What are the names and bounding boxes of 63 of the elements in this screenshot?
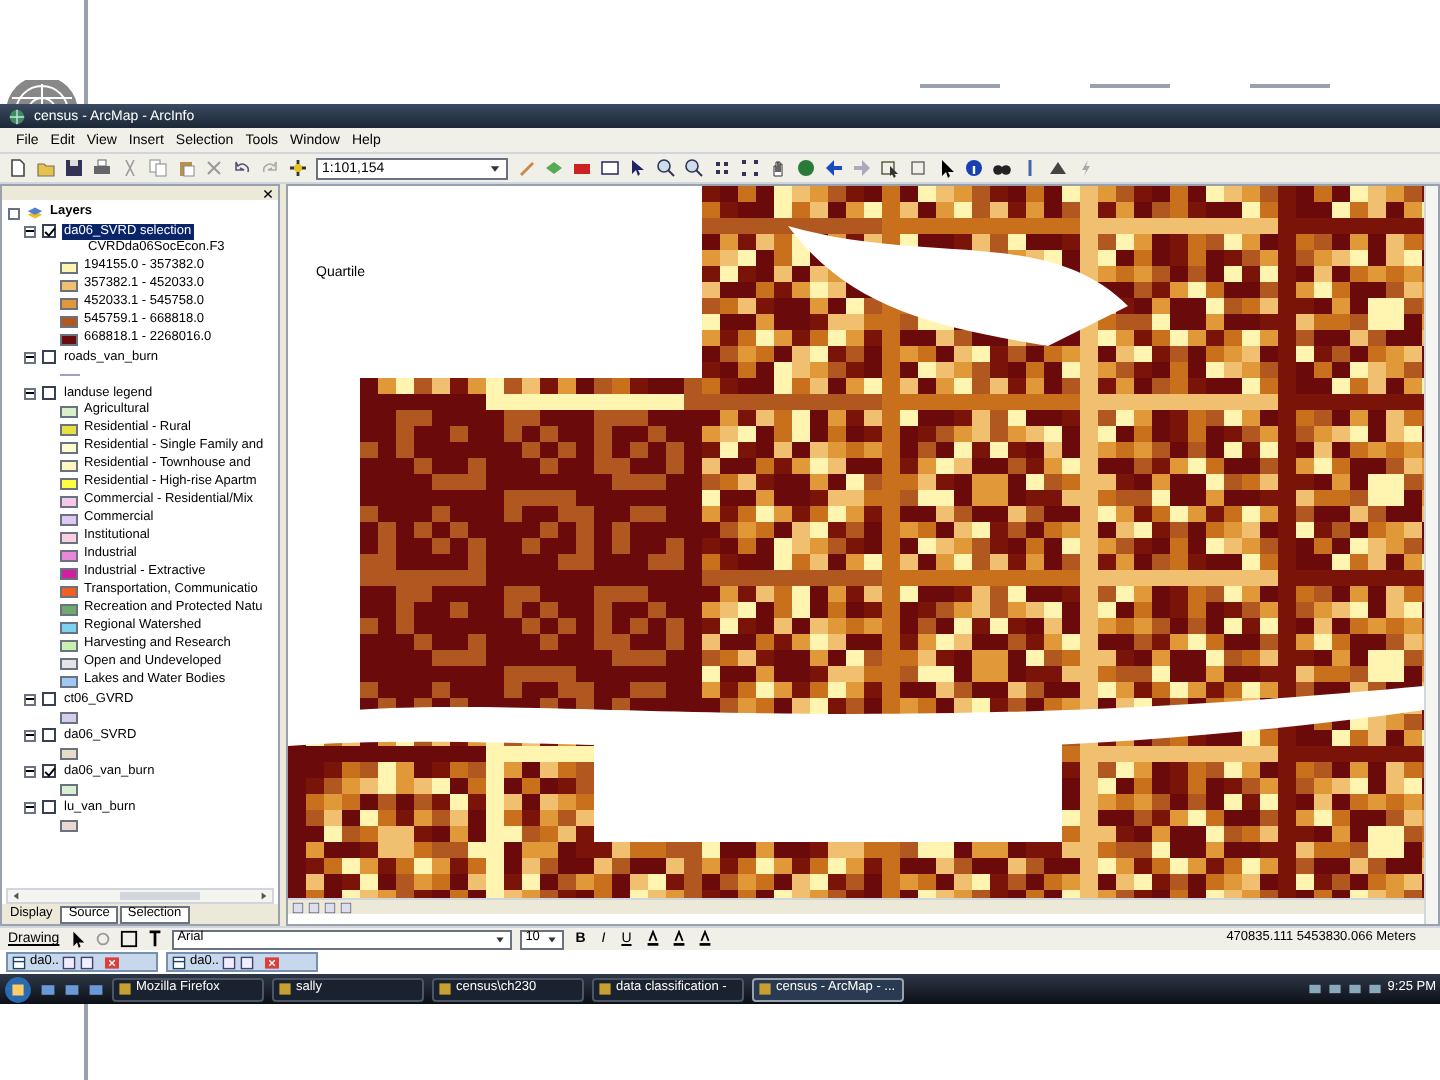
pencil-icon[interactable] [516,158,536,178]
caret-icon [493,933,506,945]
table-icon [12,955,26,969]
layer-checkbox[interactable] [42,224,56,238]
layer-checkbox[interactable] [42,692,56,706]
save-icon[interactable] [64,158,84,178]
rectangle-icon[interactable] [119,930,138,948]
pointer-icon[interactable] [67,930,86,948]
caret-icon [545,933,558,945]
layer-checkbox[interactable] [42,764,56,778]
pan-hand-icon[interactable] [768,158,788,178]
layer-checkbox[interactable] [42,800,56,814]
check-icon [43,225,55,237]
app-icon [278,982,292,996]
undo-icon[interactable] [232,158,252,178]
window-icon[interactable] [600,158,620,178]
expander[interactable] [24,801,36,813]
zoom-in-icon[interactable] [656,158,676,178]
fixed-zoom-in-icon[interactable] [712,158,732,178]
clear-selection-icon[interactable] [908,158,928,178]
app-icon [118,982,132,996]
fixed-zoom-out-icon[interactable] [740,158,760,178]
expander[interactable] [24,693,36,705]
close-icon[interactable] [262,187,274,199]
layers-stack-icon [26,204,44,222]
paste-icon[interactable] [176,158,196,178]
text-tool-icon[interactable] [145,930,164,948]
expander[interactable] [24,387,36,399]
open-folder-icon[interactable] [36,158,56,178]
caret-icon [488,161,502,175]
new-file-icon[interactable] [8,158,28,178]
restore-icon[interactable] [222,955,237,969]
print-icon[interactable] [92,158,112,178]
restore-icon[interactable] [62,955,77,969]
add-data-icon[interactable] [288,158,308,178]
expander[interactable] [24,765,36,777]
app-icon [758,982,772,996]
layer-checkbox[interactable] [42,728,56,742]
select-features-icon[interactable] [880,158,900,178]
check-icon [43,765,55,777]
line-color-icon[interactable] [695,930,714,948]
vertical-scrollbar[interactable] [1424,186,1438,924]
full-extent-globe-icon[interactable] [796,158,816,178]
start-orb-icon[interactable] [4,975,32,1003]
table-icon [172,955,186,969]
fill-color-icon[interactable] [669,930,688,948]
expander[interactable] [24,729,36,741]
help-pointer-icon[interactable] [628,158,648,178]
pointer-icon[interactable] [936,158,956,178]
layer-checkbox[interactable] [42,386,56,400]
horizontal-scrollbar[interactable] [6,888,274,904]
font-color-icon[interactable] [643,930,662,948]
globe-icon [8,107,26,125]
back-arrow-icon[interactable] [824,158,844,178]
app-icon [598,982,612,996]
maximize-icon[interactable] [80,955,95,969]
info-icon[interactable] [964,158,984,178]
maximize-icon[interactable] [240,955,255,969]
zoom-out-icon[interactable] [684,158,704,178]
layer-checkbox[interactable] [42,350,56,364]
app-icon [438,982,452,996]
expander[interactable] [24,351,36,363]
expander[interactable] [24,225,36,237]
